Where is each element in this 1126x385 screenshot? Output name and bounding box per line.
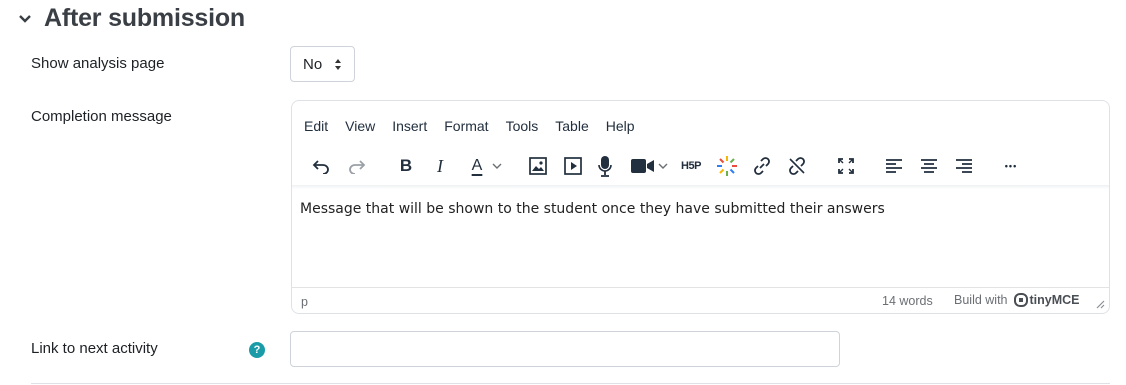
- show-analysis-value: No: [303, 55, 323, 73]
- editor-statusbar: p 14 words Build with tinyMCE: [292, 287, 1109, 313]
- chevron-down-icon: [14, 8, 36, 30]
- branding[interactable]: Build with tinyMCE: [954, 293, 1080, 307]
- menu-edit[interactable]: Edit: [304, 118, 328, 134]
- redo-icon[interactable]: [345, 151, 369, 181]
- divider: [31, 383, 1110, 384]
- next-activity-input[interactable]: [290, 331, 840, 367]
- menu-view[interactable]: View: [345, 118, 375, 134]
- resize-handle-icon[interactable]: [1095, 299, 1105, 309]
- bold-icon[interactable]: B: [394, 151, 418, 181]
- menu-format[interactable]: Format: [444, 118, 488, 134]
- build-with-text: Build with: [954, 293, 1008, 307]
- show-analysis-label: Show analysis page: [31, 55, 165, 72]
- fullscreen-icon[interactable]: [835, 151, 857, 181]
- show-analysis-select[interactable]: No: [290, 46, 355, 82]
- media-icon[interactable]: [562, 151, 584, 181]
- sparkle-icon[interactable]: [715, 151, 739, 181]
- microphone-icon[interactable]: [594, 151, 616, 181]
- section-toggle[interactable]: After submission: [14, 4, 245, 33]
- text-color-glyph: A: [471, 157, 483, 174]
- menu-insert[interactable]: Insert: [392, 118, 427, 134]
- more-icon[interactable]: •••: [999, 151, 1023, 181]
- align-left-icon[interactable]: [883, 151, 905, 181]
- text-color-icon[interactable]: A: [462, 151, 508, 181]
- menu-help[interactable]: Help: [606, 118, 635, 134]
- align-center-icon[interactable]: [918, 151, 940, 181]
- link-icon[interactable]: [751, 151, 773, 181]
- completion-message-label: Completion message: [31, 108, 172, 125]
- help-icon[interactable]: ?: [249, 342, 265, 358]
- element-path[interactable]: p: [301, 295, 308, 309]
- editor-menubar: Edit View Insert Format Tools Table Help: [304, 118, 652, 134]
- word-count[interactable]: 14 words: [882, 294, 933, 308]
- align-right-icon[interactable]: [953, 151, 975, 181]
- tinymce-brand: tinyMCE: [1029, 293, 1080, 307]
- toolbar-shadow: [292, 185, 1109, 189]
- unlink-icon[interactable]: [786, 151, 808, 181]
- editor-content[interactable]: Message that will be shown to the studen…: [300, 201, 885, 217]
- editor-toolbar: B I A H5P •••: [292, 151, 1109, 181]
- image-icon[interactable]: [527, 151, 549, 181]
- italic-icon[interactable]: I: [428, 151, 452, 181]
- menu-tools[interactable]: Tools: [506, 118, 539, 134]
- next-activity-label: Link to next activity: [31, 340, 158, 357]
- section-title: After submission: [44, 4, 245, 32]
- h5p-icon[interactable]: H5P: [678, 151, 704, 181]
- menu-table[interactable]: Table: [555, 118, 588, 134]
- select-arrows-icon: [335, 59, 341, 70]
- rich-text-editor: Edit View Insert Format Tools Table Help…: [291, 100, 1110, 314]
- video-camera-icon[interactable]: [628, 151, 670, 181]
- undo-icon[interactable]: [309, 151, 333, 181]
- tinymce-logo-icon: [1013, 293, 1028, 307]
